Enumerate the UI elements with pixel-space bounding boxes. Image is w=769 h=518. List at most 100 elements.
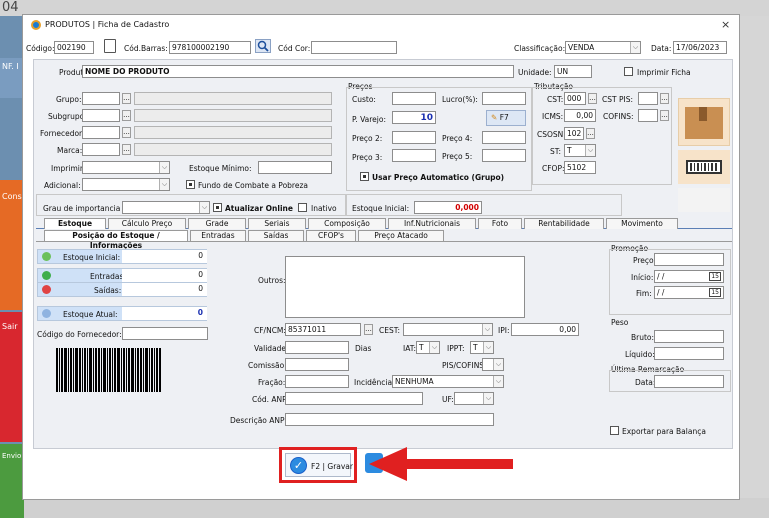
bruto-input[interactable] <box>654 330 724 343</box>
atualizar-online-checkbox[interactable] <box>213 203 222 212</box>
calendar-icon[interactable]: 15 <box>709 272 721 281</box>
incidencia-select[interactable]: NENHUMA ⌵ <box>392 375 504 388</box>
p-varejo-input[interactable]: 10 <box>392 111 436 124</box>
close-button[interactable]: × <box>721 18 730 31</box>
background-tile-cons[interactable]: Cons <box>0 180 24 310</box>
tab-entradas[interactable]: Entradas <box>190 230 246 241</box>
classificacao-select[interactable]: VENDA ⌵ <box>565 41 641 54</box>
search-icon[interactable] <box>255 39 271 53</box>
preco3-input[interactable] <box>392 149 436 162</box>
preco2-input[interactable] <box>392 131 436 144</box>
fundo-combate-checkbox[interactable] <box>186 180 195 189</box>
checkmark-icon: ✓ <box>290 457 307 474</box>
liquido-input[interactable] <box>654 347 724 360</box>
fornecedor-lookup-button[interactable]: ... <box>122 127 131 138</box>
produto-input[interactable]: NOME DO PRODUTO <box>82 65 514 78</box>
info-icon <box>42 309 51 318</box>
tab-saidas[interactable]: Saídas <box>248 230 304 241</box>
lucro-input[interactable] <box>482 92 526 105</box>
comissao-input[interactable] <box>285 358 349 371</box>
adicional-select[interactable]: ⌵ <box>82 178 170 191</box>
copy-icon[interactable] <box>104 39 116 53</box>
calendar-icon[interactable]: 15 <box>709 288 721 297</box>
f7-button[interactable]: ✎ F7 <box>486 110 526 126</box>
imprimir-ficha-checkbox[interactable] <box>624 67 633 76</box>
tab-posicao-estoque[interactable]: Posição do Estoque / Informações <box>44 230 188 250</box>
subgrupo-input[interactable] <box>82 109 120 122</box>
tab-rentabilidade[interactable]: Rentabilidade <box>524 218 604 229</box>
marca-lookup-button[interactable]: ... <box>122 144 131 155</box>
ipi-input[interactable]: 0,00 <box>511 323 579 336</box>
barras-label: Cód.Barras: <box>124 44 168 53</box>
tab-cfops[interactable]: CFOP's <box>306 230 356 241</box>
grupo-input[interactable] <box>82 92 120 105</box>
tab-seriais[interactable]: Seriais <box>248 218 306 229</box>
promo-fim-input[interactable]: / / 15 <box>654 286 724 299</box>
st-select[interactable]: T ⌵ <box>564 144 596 157</box>
tab-movimento[interactable]: Movimento <box>606 218 678 229</box>
fornecedor-input[interactable] <box>82 126 120 139</box>
promo-inicio-input[interactable]: / / 15 <box>654 270 724 283</box>
outros-textarea[interactable] <box>285 256 525 318</box>
data-input[interactable]: 17/06/2023 <box>673 41 727 54</box>
grupo-lookup-button[interactable]: ... <box>122 93 131 104</box>
preco4-input[interactable] <box>482 131 526 144</box>
marca-input[interactable] <box>82 143 120 156</box>
gravar-button[interactable]: ✓ F2 | Gravar <box>285 453 353 477</box>
cofins-input[interactable] <box>638 109 658 122</box>
imprimir-select[interactable]: ⌵ <box>82 161 170 174</box>
background-tile-nf[interactable]: NF. I <box>0 58 24 98</box>
remarcacao-data-input[interactable] <box>654 375 724 388</box>
estoque-minimo-input[interactable] <box>258 161 332 174</box>
cst-input[interactable]: 000 <box>564 92 586 105</box>
cfop-input[interactable]: 5102 <box>564 161 596 174</box>
cest-select[interactable]: ⌵ <box>403 323 493 336</box>
descricao-anp-input[interactable] <box>285 413 494 426</box>
cfncm-lookup-button[interactable]: ... <box>364 324 373 335</box>
cod-fornecedor-input[interactable] <box>122 327 208 340</box>
uf-select[interactable]: ⌵ <box>454 392 494 405</box>
codcor-input[interactable] <box>311 41 397 54</box>
iat-select[interactable]: T ⌵ <box>416 341 440 354</box>
csosn-input[interactable]: 102 <box>564 127 584 140</box>
cest-label: CEST: <box>379 326 401 335</box>
preco5-label: Preço 5: <box>442 152 473 161</box>
barras-input[interactable]: 978100002190 <box>169 41 251 54</box>
tab-composicao[interactable]: Composição <box>308 218 386 229</box>
custo-input[interactable] <box>392 92 436 105</box>
titlebar: PRODUTOS | Ficha de Cadastro × <box>23 15 739 35</box>
preco5-input[interactable] <box>482 149 526 162</box>
fracao-input[interactable] <box>285 375 349 388</box>
cst-pis-lookup-button[interactable]: ... <box>660 93 669 104</box>
csosn-lookup-button[interactable]: ... <box>586 128 595 139</box>
tab-grade[interactable]: Grade <box>188 218 246 229</box>
cofins-lookup-button[interactable]: ... <box>660 110 669 121</box>
icms-input[interactable]: 0,00 <box>564 109 596 122</box>
cst-pis-input[interactable] <box>638 92 658 105</box>
tab-inf-nutricionais[interactable]: Inf.Nutricionais <box>388 218 476 229</box>
background-tile-sair[interactable]: Sair <box>0 312 24 442</box>
fracao-label: Fração: <box>258 378 286 387</box>
subgrupo-lookup-button[interactable]: ... <box>122 110 131 121</box>
usar-automatico-checkbox[interactable] <box>360 172 369 181</box>
unidade-input[interactable]: UN <box>554 65 592 78</box>
cfncm-label: CF/NCM: <box>254 326 286 335</box>
exportar-balanca-checkbox[interactable] <box>610 426 619 435</box>
grau-importancia-select[interactable]: ⌵ <box>122 201 210 214</box>
promo-preco-input[interactable] <box>654 253 724 266</box>
arrow-right-icon <box>42 252 51 261</box>
cod-anp-input[interactable] <box>285 392 423 405</box>
codigo-input[interactable]: 002190 <box>54 41 94 54</box>
tab-calculo-preco[interactable]: Cálculo Preço <box>108 218 186 229</box>
tab-foto[interactable]: Foto <box>478 218 522 229</box>
validade-input[interactable] <box>285 341 349 354</box>
tab-estoque[interactable]: Estoque <box>44 218 106 229</box>
cfncm-input[interactable]: 85371011 <box>285 323 361 336</box>
tab-preco-atacado[interactable]: Preço Atacado <box>358 230 444 241</box>
subgrupo-description <box>134 109 332 122</box>
inativo-checkbox[interactable] <box>298 203 307 212</box>
pis-cofins-select[interactable]: ⌵ <box>482 358 504 371</box>
ippt-select[interactable]: T ⌵ <box>470 341 494 354</box>
cst-lookup-button[interactable]: ... <box>588 93 597 104</box>
estoque-inicial-top-input[interactable]: 0,000 <box>414 201 482 214</box>
